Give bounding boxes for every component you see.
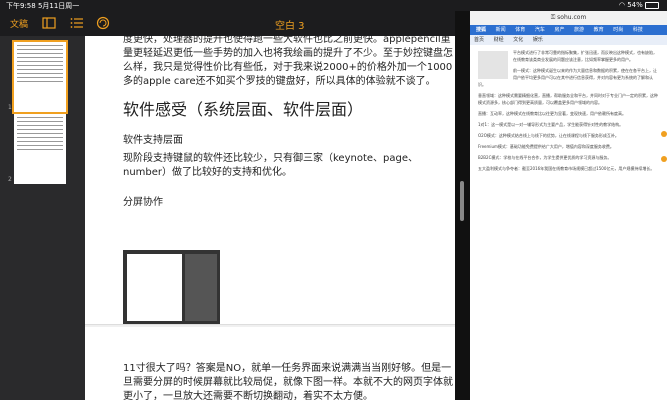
nav-item[interactable]: 体育: [515, 25, 525, 35]
floating-comment-icon[interactable]: [661, 156, 667, 162]
status-time: 下午9:58 5月11日周一: [6, 2, 80, 10]
page-number-1: 1: [8, 104, 12, 111]
battery-indicator: ◠ 54%: [619, 1, 659, 9]
page-thumbnails-sidebar: 1 2: [0, 36, 85, 400]
article-paragraph: 直播：互动率，这种模式在线教育比以往更为显著，变现快速，用户依赖所有度高。: [478, 111, 626, 116]
sidebar-toggle-icon[interactable]: [42, 16, 56, 30]
nav-item[interactable]: 房产: [554, 25, 564, 35]
nav-item[interactable]: 时尚: [613, 25, 623, 35]
url-text: sohu.com: [557, 14, 587, 21]
url-bar[interactable]: ⚿ sohu.com: [470, 11, 667, 25]
nav-item[interactable]: 汽车: [535, 25, 545, 35]
site-logo[interactable]: 搜狐: [476, 25, 486, 35]
article-paragraph: 五大盈利模式与争夺者：截至2016年我国在线教育市场规模已超过1500亿元，用户…: [478, 166, 655, 171]
site-tabs: 首页 财经 文化 娱乐: [470, 35, 667, 45]
undo-icon[interactable]: [96, 16, 110, 30]
wifi-icon: ◠: [618, 1, 628, 9]
split-view-paragraph[interactable]: 11寸很大了吗？答案是NO，就单一任务界面来说满满当当刚好够。但是一旦需要分屏的…: [123, 362, 453, 400]
article-body: 平台模式进行了非常可靠的指标聚集，扩张迅速，而反映出这种模式，也有缺陷，在线教育…: [470, 45, 667, 180]
battery-percent: 54%: [627, 1, 643, 9]
nav-item[interactable]: 旅游: [574, 25, 584, 35]
site-tab[interactable]: 财经: [494, 35, 504, 45]
split-view-divider[interactable]: [455, 11, 470, 400]
battery-icon: [645, 1, 659, 9]
status-bar: 下午9:58 5月11日周一 ◠ 54%: [0, 0, 667, 11]
page-number-2: 2: [8, 176, 12, 183]
screenshot-left-pane: [127, 254, 182, 321]
page-thumbnail-1[interactable]: [12, 40, 68, 114]
divider-handle[interactable]: [460, 181, 464, 221]
nav-item[interactable]: 新闻: [496, 25, 506, 35]
documents-back-button[interactable]: 文稿: [10, 17, 28, 30]
list-icon[interactable]: [70, 16, 84, 30]
site-tab[interactable]: 首页: [474, 35, 484, 45]
article-paragraph: Freemium模式：基础功能免费提供给广大用户，增值内容和深度服务收费。: [478, 144, 614, 149]
article-paragraph: B2B2C模式：学校与在线平台合作，为学生提供更优质的学习资源与服务。: [478, 155, 612, 160]
safari-split-pane: ⚿ sohu.com 搜狐 新闻 体育 汽车 房产 旅游 教育 时尚 科技 首页…: [470, 11, 667, 400]
intro-paragraph[interactable]: 度更快，处理器的提升也使得跑一些大软件也比之前更快。applepencil重量更…: [123, 36, 453, 89]
article-paragraph: 1对1：这一模式是以一对一辅导形式为主要产品，学生能获得针对性的教学结构。: [478, 122, 624, 127]
screenshot-right-pane: [185, 254, 217, 321]
site-tab[interactable]: 娱乐: [533, 35, 543, 45]
pages-toolbar: 文稿 空白 3: [0, 11, 470, 36]
floating-share-icon[interactable]: [661, 131, 667, 137]
document-title[interactable]: 空白 3: [275, 17, 305, 32]
section-heading[interactable]: 软件感受（系统层面、软件层面）: [123, 96, 363, 120]
site-tab[interactable]: 文化: [513, 35, 523, 45]
page-thumbnail-2[interactable]: [14, 114, 66, 184]
document-canvas[interactable]: 度更快，处理器的提升也使得跑一些大软件也比之前更快。applepencil重量更…: [85, 36, 470, 400]
article-image: [478, 51, 508, 79]
article-paragraph: O2O模式：这种模式结合线上与线下的优势，让在线课程与线下服务形成互补。: [478, 133, 619, 138]
site-nav-bar: 搜狐 新闻 体育 汽车 房产 旅游 教育 时尚 科技: [470, 25, 667, 35]
page-break: [85, 324, 470, 327]
nav-item[interactable]: 科技: [633, 25, 643, 35]
subheading-software-support[interactable]: 软件支持层面: [123, 134, 453, 148]
split-view-screenshot[interactable]: [123, 250, 220, 325]
nav-item[interactable]: 教育: [594, 25, 604, 35]
subheading-split-view[interactable]: 分屏协作: [123, 196, 453, 210]
article-paragraph: 垂直领域：这种模式需要精细化营，直播，帮助服务全和平台，并同时对于专业门户一定的…: [478, 93, 658, 105]
software-support-paragraph[interactable]: 现阶段支持键鼠的软件还比较少，只有御三家（keynote、page、number…: [123, 152, 453, 180]
